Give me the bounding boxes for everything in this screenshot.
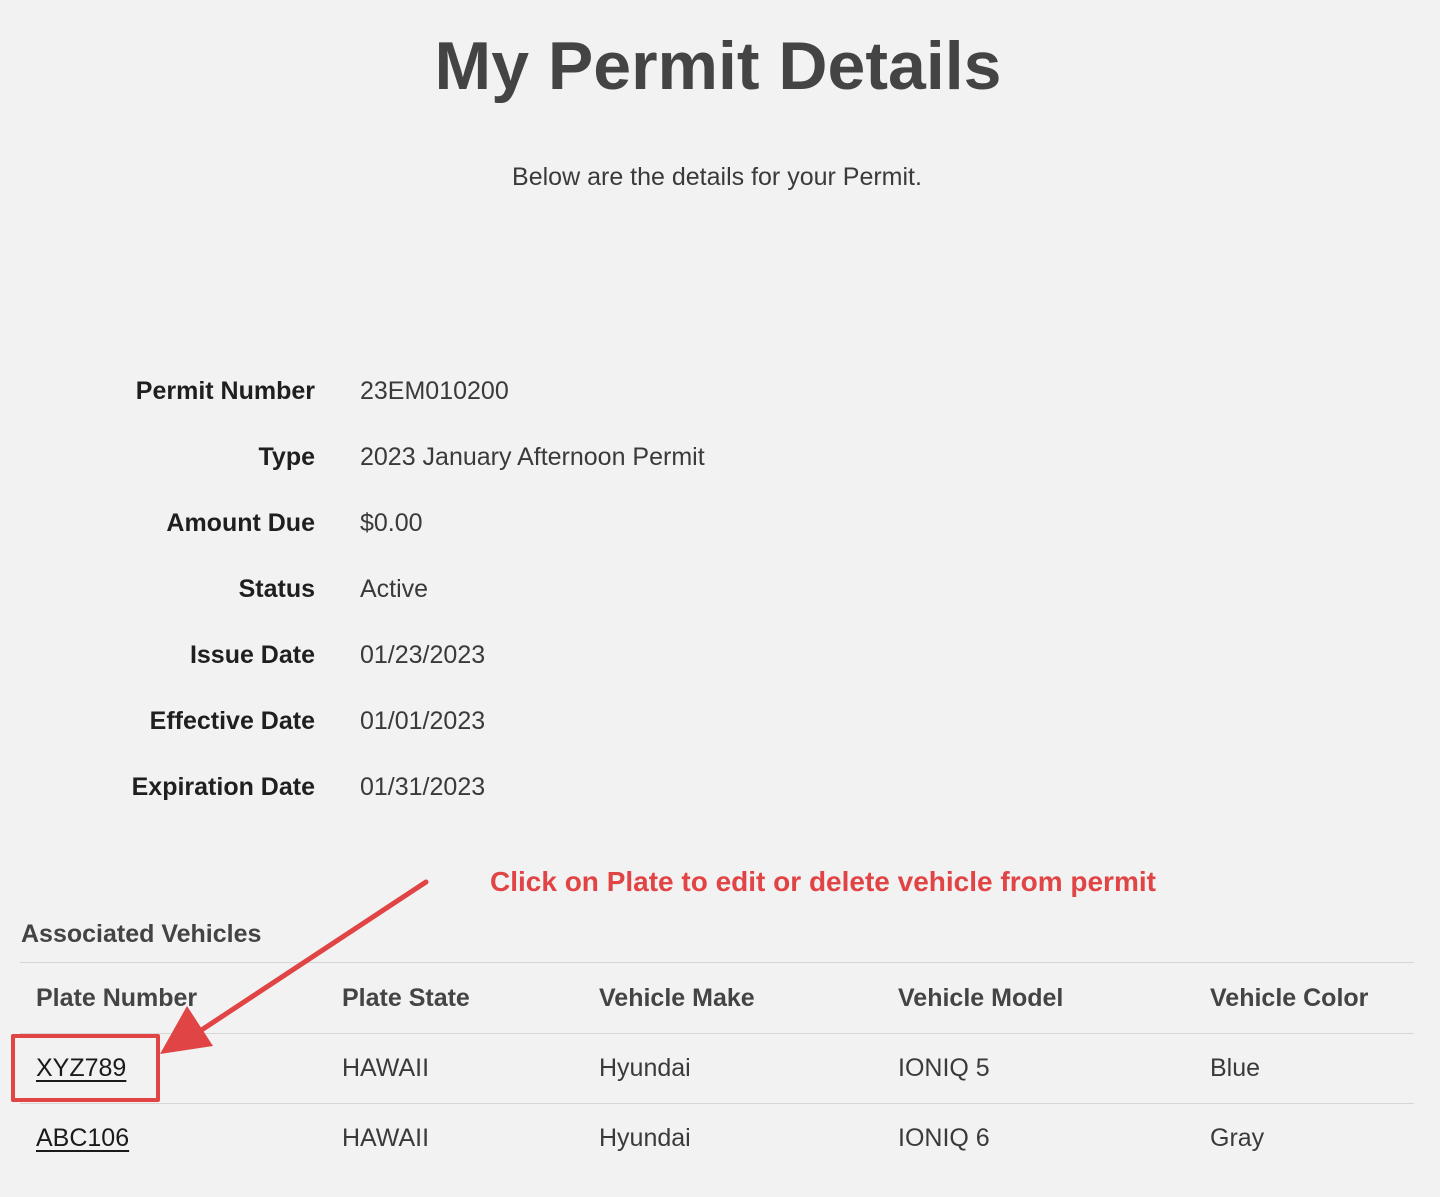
detail-value: 01/31/2023	[360, 772, 486, 801]
permit-details-list: Permit Number 23EM010200 Type 2023 Janua…	[0, 358, 900, 820]
vehicle-color-cell: Blue	[1194, 1033, 1414, 1104]
column-header-plate-state: Plate State	[326, 962, 583, 1034]
plate-state-cell: HAWAII	[326, 1033, 583, 1104]
vehicle-model-cell: IONIQ 5	[882, 1033, 1194, 1104]
detail-row-issue-date: Issue Date 01/23/2023	[0, 622, 900, 688]
detail-label: Expiration Date	[131, 772, 315, 801]
detail-value: 2023 January Afternoon Permit	[360, 442, 705, 471]
plate-number-cell: ABC106	[20, 1104, 326, 1174]
column-header-vehicle-model: Vehicle Model	[882, 962, 1194, 1034]
associated-vehicles-table: Plate Number Plate State Vehicle Make Ve…	[20, 962, 1414, 1173]
annotation-highlight-box	[11, 1034, 160, 1102]
detail-label: Issue Date	[189, 640, 315, 669]
column-header-plate-number: Plate Number	[20, 962, 326, 1034]
detail-value: 23EM010200	[360, 376, 509, 405]
detail-value: $0.00	[360, 508, 423, 537]
detail-row-effective-date: Effective Date 01/01/2023	[0, 688, 900, 754]
column-header-vehicle-make: Vehicle Make	[583, 962, 882, 1034]
permit-details-page: My Permit Details Below are the details …	[0, 0, 1440, 1197]
detail-value: Active	[360, 574, 429, 603]
detail-label: Status	[238, 574, 315, 603]
table-row: XYZ789 HAWAII Hyundai IONIQ 5 Blue	[20, 1033, 1414, 1104]
vehicle-make-cell: Hyundai	[599, 1124, 691, 1152]
page-title: My Permit Details	[434, 28, 1002, 104]
detail-label: Effective Date	[149, 706, 315, 735]
detail-label: Amount Due	[166, 508, 315, 537]
annotation-callout-text: Click on Plate to edit or delete vehicle…	[490, 866, 1156, 897]
table-row: ABC106 HAWAII Hyundai IONIQ 6 Gray	[20, 1104, 1414, 1174]
vehicle-color-cell: Gray	[1210, 1124, 1265, 1152]
detail-value: 01/01/2023	[360, 706, 486, 735]
detail-value: 01/23/2023	[360, 640, 486, 669]
table-header-row: Plate Number Plate State Vehicle Make Ve…	[20, 962, 1414, 1034]
detail-row-expiration-date: Expiration Date 01/31/2023	[0, 754, 900, 820]
detail-label: Type	[258, 442, 316, 471]
associated-vehicles-heading: Associated Vehicles	[21, 920, 262, 948]
page-subtitle: Below are the details for your Permit.	[512, 163, 922, 191]
plate-link-abc106[interactable]: ABC106	[36, 1124, 129, 1152]
column-header-vehicle-color: Vehicle Color	[1194, 962, 1414, 1034]
vehicle-make-cell: Hyundai	[583, 1033, 882, 1104]
detail-row-type: Type 2023 January Afternoon Permit	[0, 424, 900, 490]
detail-row-permit-number: Permit Number 23EM010200	[0, 358, 900, 424]
detail-row-status: Status Active	[0, 556, 900, 622]
detail-row-amount-due: Amount Due $0.00	[0, 490, 900, 556]
vehicle-model-cell: IONIQ 6	[898, 1124, 990, 1152]
plate-state-cell: HAWAII	[342, 1124, 430, 1152]
detail-label: Permit Number	[135, 376, 315, 405]
